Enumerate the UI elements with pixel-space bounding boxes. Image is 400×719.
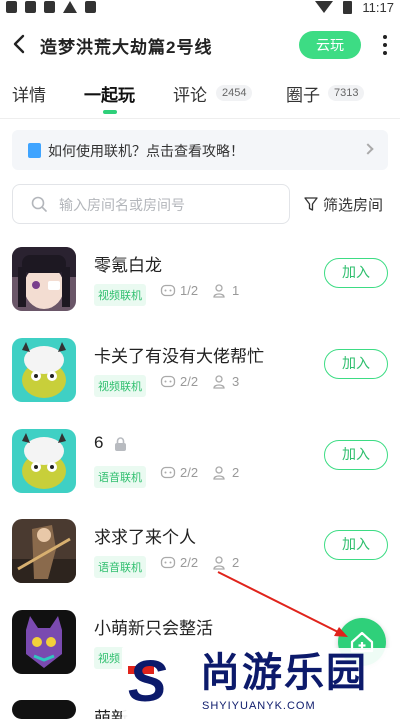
tab-circle[interactable]: 圈子 xyxy=(286,81,320,106)
tab-details[interactable]: 详情 xyxy=(12,81,46,106)
room-type-tag: 视频 xyxy=(94,647,124,669)
site-watermark: S 尚游乐园 SHYIYUANYK.COM xyxy=(122,648,400,719)
players-count-text: 2/2 xyxy=(180,555,199,570)
app-notification-icon xyxy=(85,1,96,13)
room-list-item[interactable]: 零氪白龙 视频联机 1/2 1 加入 xyxy=(0,247,400,337)
filter-rooms-button[interactable]: 筛选房间 xyxy=(303,193,383,215)
viewers-count-text: 2 xyxy=(232,465,240,480)
join-room-button[interactable]: 加入 xyxy=(324,440,388,470)
room-avatar-anime-girl xyxy=(12,247,76,311)
status-time: 11:17 xyxy=(362,0,394,15)
back-arrow-icon[interactable] xyxy=(10,32,30,56)
wifi-icon xyxy=(315,1,334,13)
room-name: 卡关了有没有大佬帮忙 xyxy=(94,347,264,366)
room-viewers-count: 2 xyxy=(212,465,239,480)
cloud-play-button[interactable]: 云玩 xyxy=(299,31,361,59)
gamepad-icon xyxy=(160,556,176,569)
guide-banner[interactable]: 如何使用联机？点击查看攻略！ xyxy=(12,130,388,170)
room-players-count: 1/2 xyxy=(160,283,198,298)
user-icon xyxy=(213,284,225,298)
gamepad-icon xyxy=(160,375,176,388)
room-players-count: 2/2 xyxy=(160,555,198,570)
room-type-tag: 视频联机 xyxy=(94,284,146,306)
room-name: 求求了来个人 xyxy=(94,528,196,547)
lock-icon xyxy=(115,437,126,451)
room-search-input[interactable] xyxy=(59,194,279,216)
status-notification-icons xyxy=(6,0,96,14)
players-count-text: 2/2 xyxy=(180,465,199,480)
title-bar: 造梦洪荒大劫篇2号线 云玩 xyxy=(0,22,400,66)
join-room-button[interactable]: 加入 xyxy=(324,530,388,560)
watermark-logo: S xyxy=(128,649,167,714)
status-system-icons: 11:17 xyxy=(315,0,394,15)
room-players-count: 2/2 xyxy=(160,465,198,480)
join-room-button[interactable]: 加入 xyxy=(324,349,388,379)
room-name: 零氪白龙 xyxy=(94,256,162,275)
page-title: 造梦洪荒大劫篇2号线 xyxy=(40,38,213,57)
app-notification-icon xyxy=(6,1,17,13)
user-icon xyxy=(213,556,225,570)
room-viewers-count: 3 xyxy=(212,374,239,389)
user-icon xyxy=(213,375,225,389)
room-list-item[interactable]: 卡关了有没有大佬帮忙 视频联机 2/2 3 加入 xyxy=(0,338,400,428)
search-icon xyxy=(31,196,47,212)
warning-icon xyxy=(63,1,77,13)
tab-comments[interactable]: 评论 xyxy=(173,81,207,106)
filter-rooms-label: 筛选房间 xyxy=(323,196,384,214)
document-icon xyxy=(28,143,41,158)
battery-icon xyxy=(343,0,353,14)
join-room-button[interactable]: 加入 xyxy=(324,258,388,288)
room-viewers-count: 1 xyxy=(212,283,239,298)
room-list-item[interactable]: 求求了来个人 语音联机 2/2 2 加入 xyxy=(0,519,400,609)
guide-banner-text: 如何使用联机？点击查看攻略！ xyxy=(48,143,244,159)
active-tab-indicator xyxy=(103,110,117,114)
room-avatar-cat-art xyxy=(12,610,76,674)
app-notification-icon xyxy=(25,1,36,13)
divider xyxy=(0,118,400,119)
room-players-count: 2/2 xyxy=(160,374,198,389)
room-avatar-game-mascot xyxy=(12,338,76,402)
room-avatar xyxy=(12,700,76,719)
room-type-tag: 视频联机 xyxy=(94,375,146,397)
gamepad-icon xyxy=(160,466,176,479)
circle-count-badge: 7313 xyxy=(328,85,365,101)
viewers-count-text: 2 xyxy=(232,555,240,570)
viewers-count-text: 3 xyxy=(232,374,240,389)
filter-funnel-icon xyxy=(304,197,318,211)
more-options-icon[interactable] xyxy=(380,33,390,57)
room-type-tag: 语音联机 xyxy=(94,466,146,488)
room-list-item[interactable]: 6 语音联机 2/2 2 加入 xyxy=(0,429,400,519)
room-name: 小萌新只会整活 xyxy=(94,619,213,638)
tab-play-together[interactable]: 一起玩 xyxy=(84,81,135,106)
room-viewers-count: 2 xyxy=(212,555,239,570)
chevron-right-icon xyxy=(362,143,374,155)
players-count-text: 1/2 xyxy=(180,283,199,298)
comments-count-badge: 2454 xyxy=(216,85,253,101)
status-bar: 11:17 xyxy=(0,0,400,16)
players-count-text: 2/2 xyxy=(180,374,199,389)
watermark-title: 尚游乐园 xyxy=(200,651,368,695)
room-search-box[interactable] xyxy=(12,184,290,224)
watermark-url: SHYIYUANYK.COM xyxy=(202,700,316,712)
gamepad-icon xyxy=(160,284,176,297)
room-name: 6 xyxy=(94,433,104,452)
user-icon xyxy=(213,466,225,480)
room-type-tag: 语音联机 xyxy=(94,556,146,578)
tab-bar: 详情 一起玩 评论 2454 圈子 7313 xyxy=(0,76,400,116)
room-avatar-warrior-art xyxy=(12,519,76,583)
app-notification-icon xyxy=(44,1,55,13)
room-avatar-game-mascot xyxy=(12,429,76,493)
viewers-count-text: 1 xyxy=(232,283,240,298)
